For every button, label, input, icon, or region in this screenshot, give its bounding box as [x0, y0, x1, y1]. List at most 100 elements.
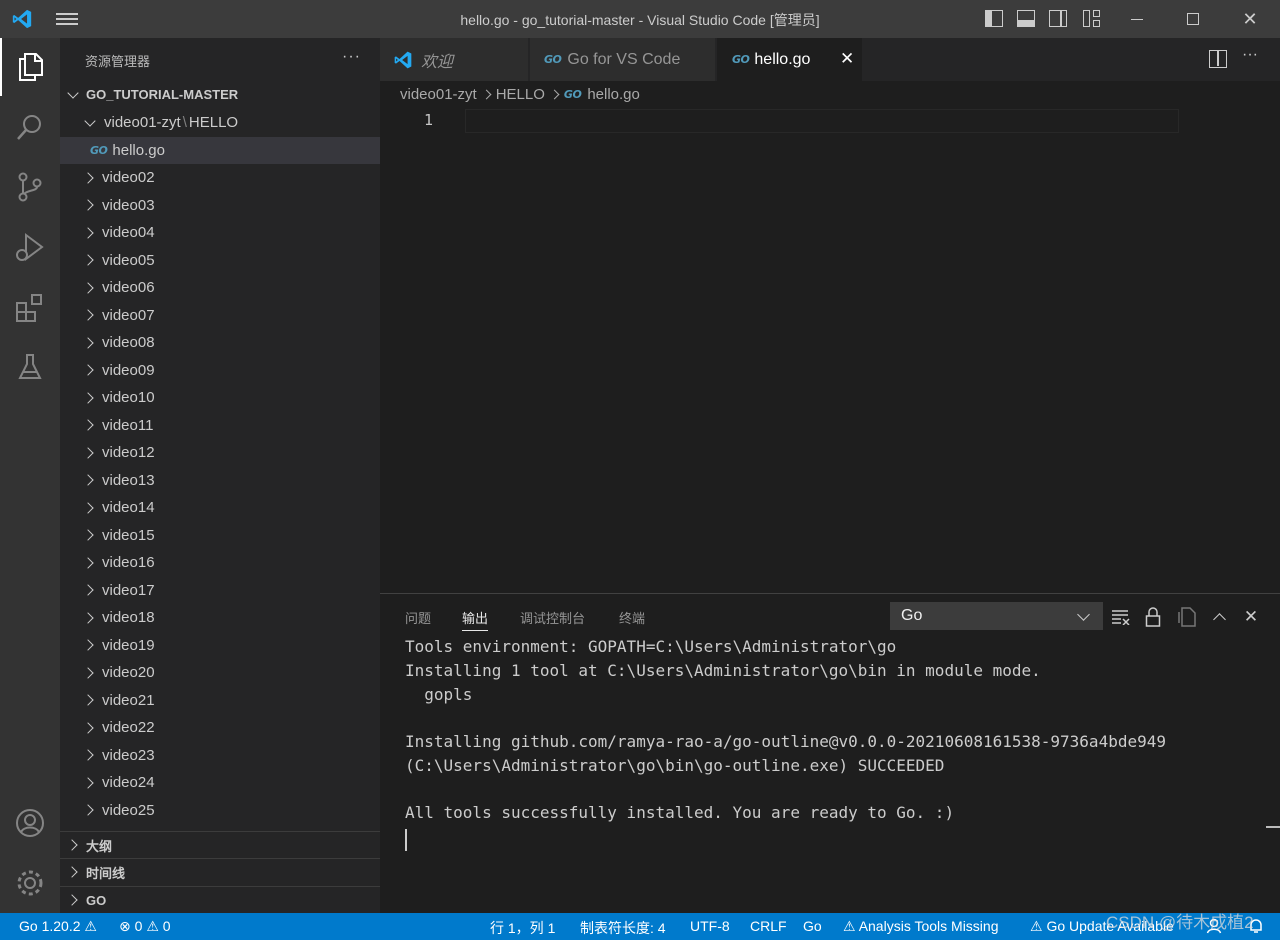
tab-problems[interactable]: 问题	[405, 608, 431, 627]
folder-video25[interactable]: video25	[60, 797, 380, 824]
encoding-status[interactable]: UTF-8	[690, 918, 730, 934]
folder-video24[interactable]: video24	[60, 769, 380, 796]
status-bar: Go 1.20.2 ⚠ ⊗ 0 ⚠ 0 行 1，列 1 制表符长度: 4 UTF…	[0, 913, 1280, 940]
open-log-file-icon[interactable]	[1177, 607, 1197, 627]
problems-status[interactable]: ⊗ 0 ⚠ 0	[119, 918, 171, 935]
folder-label: video07	[102, 306, 155, 324]
close-tab-icon[interactable]: ✕	[840, 49, 854, 69]
folder-video23[interactable]: video23	[60, 742, 380, 769]
tab-go-for-vscode[interactable]: GO Go for VS Code	[530, 38, 716, 81]
output-line: All tools successfully installed. You ar…	[405, 803, 955, 822]
folder-video01-zyt[interactable]: video01-zyt \ HELLO	[60, 109, 380, 136]
chevron-right-icon	[82, 171, 94, 184]
text-cursor	[405, 829, 407, 851]
language-status[interactable]: Go	[803, 918, 822, 934]
analysis-tools-status[interactable]: ⚠ Analysis Tools Missing	[843, 918, 998, 935]
warning-count: 0	[162, 918, 171, 934]
file-hello-go[interactable]: GO hello.go	[60, 137, 380, 164]
folder-video21[interactable]: video21	[60, 687, 380, 714]
testing-icon[interactable]	[0, 338, 60, 396]
close-panel-icon[interactable]: ✕	[1241, 607, 1261, 627]
output-line: Tools environment: GOPATH=C:\Users\Admin…	[405, 637, 897, 656]
extensions-icon[interactable]	[0, 278, 60, 336]
folder-label: video11	[102, 416, 154, 434]
folder-video07[interactable]: video07	[60, 302, 380, 329]
search-icon[interactable]	[0, 98, 60, 156]
chevron-right-icon	[66, 866, 78, 878]
warning-icon: ⚠	[84, 918, 97, 934]
output-line: Installing github.com/ramya-rao-a/go-out…	[405, 732, 1166, 751]
tab-terminal[interactable]: 终端	[619, 608, 645, 627]
section-outline[interactable]: 大纲	[60, 831, 380, 858]
folder-video03[interactable]: video03	[60, 192, 380, 219]
analysis-label: Analysis Tools Missing	[858, 918, 999, 934]
chevron-right-icon	[82, 309, 94, 321]
folder-video10[interactable]: video10	[60, 384, 380, 411]
breadcrumb-item[interactable]: HELLO	[496, 86, 545, 103]
workspace-root[interactable]: GO_TUTORIAL-MASTER	[60, 81, 380, 108]
folder-video19[interactable]: video19	[60, 632, 380, 659]
settings-gear-icon[interactable]	[0, 854, 60, 912]
folder-video17[interactable]: video17	[60, 577, 380, 604]
minimize-button[interactable]	[1114, 0, 1160, 38]
folder-video02[interactable]: video02	[60, 164, 380, 191]
folder-video15[interactable]: video15	[60, 522, 380, 549]
chevron-down-icon	[84, 114, 96, 127]
lock-icon[interactable]	[1143, 607, 1163, 627]
explorer-icon[interactable]	[0, 38, 60, 96]
chevron-right-icon	[82, 804, 94, 816]
maximize-button[interactable]	[1170, 0, 1216, 38]
tab-hello-go[interactable]: GO hello.go ✕	[717, 38, 863, 81]
folder-video20[interactable]: video20	[60, 659, 380, 686]
section-go[interactable]: GO	[60, 886, 380, 913]
go-version-status[interactable]: Go 1.20.2 ⚠	[19, 918, 97, 935]
close-window-button[interactable]: ✕	[1227, 0, 1273, 38]
toggle-panel-icon[interactable]	[1016, 9, 1036, 29]
folder-label: video04	[102, 224, 155, 241]
chevron-right-icon	[82, 501, 94, 514]
folder-label: video17	[102, 581, 155, 599]
bottom-panel: 问题 输出 调试控制台 终端 Go ✕ Tools environment: G…	[380, 593, 1280, 913]
section-timeline[interactable]: 时间线	[60, 858, 380, 885]
folder-video06[interactable]: video06	[60, 274, 380, 301]
folder-video16[interactable]: video16	[60, 549, 380, 576]
tab-output[interactable]: 输出	[462, 608, 489, 631]
maximize-panel-icon[interactable]	[1209, 607, 1229, 627]
folder-video08[interactable]: video08	[60, 329, 380, 356]
folder-video09[interactable]: video09	[60, 357, 380, 384]
output-channel-select[interactable]: Go	[890, 602, 1103, 630]
chevron-right-icon	[82, 254, 94, 266]
more-actions-icon[interactable]: ···	[342, 48, 361, 66]
output-line: gopls	[405, 685, 473, 704]
folder-video14[interactable]: video14	[60, 494, 380, 521]
folder-video05[interactable]: video05	[60, 247, 380, 274]
source-control-icon[interactable]	[0, 158, 60, 216]
folder-video18[interactable]: video18	[60, 604, 380, 631]
file-label: hello.go	[112, 142, 165, 159]
tab-size-status[interactable]: 制表符长度: 4	[580, 918, 666, 938]
breadcrumb-item[interactable]: video01-zyt	[400, 86, 477, 103]
tab-label: 欢迎	[421, 53, 454, 71]
accounts-icon[interactable]	[0, 794, 60, 852]
clear-output-icon[interactable]	[1111, 607, 1131, 627]
folder-label: video24	[102, 774, 155, 791]
folder-video22[interactable]: video22	[60, 714, 380, 741]
run-debug-icon[interactable]	[0, 218, 60, 276]
breadcrumb-item[interactable]: hello.go	[587, 86, 640, 103]
customize-layout-icon[interactable]	[1082, 9, 1102, 29]
folder-video11[interactable]: video11	[60, 412, 380, 439]
vscode-icon	[394, 51, 412, 68]
folder-video04[interactable]: video04	[60, 219, 380, 246]
toggle-sidebar-icon[interactable]	[984, 9, 1004, 29]
cursor-position-status[interactable]: 行 1，列 1	[490, 918, 555, 938]
eol-status[interactable]: CRLF	[750, 918, 787, 934]
code-editor[interactable]	[380, 108, 1280, 593]
folder-video12[interactable]: video12	[60, 439, 380, 466]
split-editor-icon[interactable]	[1209, 50, 1227, 68]
tab-debug-console[interactable]: 调试控制台	[520, 608, 585, 627]
tab-welcome[interactable]: 欢迎	[380, 38, 529, 81]
line-number: 1	[424, 111, 434, 129]
folder-video13[interactable]: video13	[60, 467, 380, 494]
more-actions-icon[interactable]: ···	[1242, 46, 1258, 64]
toggle-secondary-sidebar-icon[interactable]	[1048, 9, 1068, 29]
